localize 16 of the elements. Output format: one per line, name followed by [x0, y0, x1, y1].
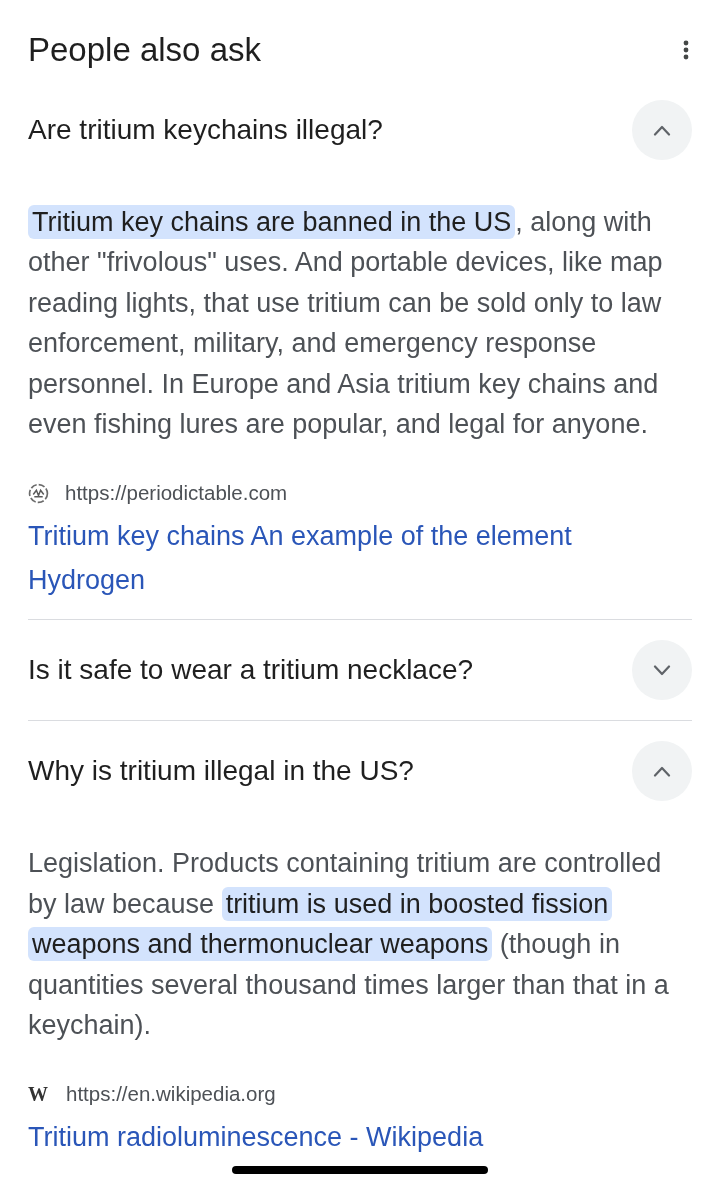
source-url: https://periodictable.com: [65, 480, 288, 507]
chevron-up-icon: [653, 124, 671, 136]
letter-logo-icon: W: [28, 1083, 50, 1105]
result-link[interactable]: Tritium key chains An example of the element Hydrogen: [28, 514, 692, 603]
round-logo-icon: [28, 482, 49, 504]
chevron-up-icon: [653, 765, 671, 777]
source-url: https://en.wikipedia.org: [66, 1081, 276, 1108]
answer-text: Legislation. Products containing tritium are controlled by law because tritium is used in boosted fission weapons and thermonuclear weapons (though in quantities several thousand times larger than that in a keychain).: [28, 847, 670, 1043]
question-text[interactable]: Is it safe to wear a tritium necklace?: [28, 653, 474, 688]
answer-text: Tritium key chains are banned in the US, along with other "frivolous" uses. And portable devices, like map reading lights, that use tritium can be sold only to law enforcement, military, and emergency response personnel. In Europe and Asia tritium key chains and even fishing lures are popular, and legal for anyone.: [28, 204, 664, 442]
question-text[interactable]: Why is tritium illegal in the US?: [28, 754, 414, 789]
result-link[interactable]: Tritium radioluminescence - Wikipedia: [28, 1115, 692, 1160]
question-text[interactable]: Are tritium keychains illegal?: [28, 113, 383, 147]
chevron-down-icon: [653, 664, 671, 676]
section-title: People also ask: [28, 30, 261, 70]
more-options-icon: [683, 40, 689, 60]
